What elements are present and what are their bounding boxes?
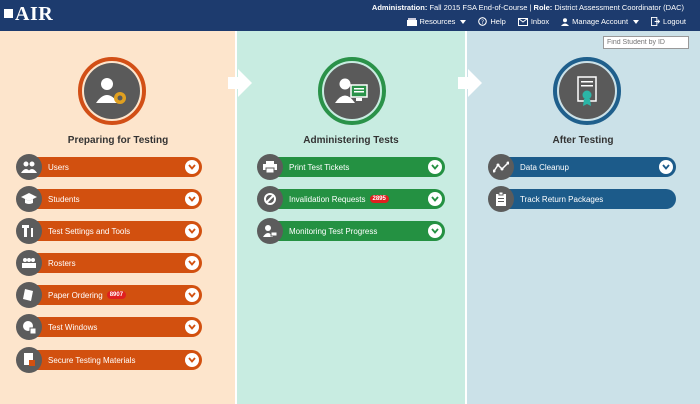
menu-item-users[interactable]: Users bbox=[16, 154, 202, 180]
logout-link[interactable]: Logout bbox=[651, 17, 686, 26]
chevron-down-icon[interactable] bbox=[659, 160, 673, 174]
menu-item-rosters[interactable]: Rosters bbox=[16, 250, 202, 276]
menu-item-test-windows[interactable]: Test Windows bbox=[16, 314, 202, 340]
resources-menu[interactable]: Resources bbox=[406, 17, 467, 26]
flow-arrow-icon bbox=[468, 69, 482, 97]
administering-circle bbox=[318, 57, 386, 125]
user-icon bbox=[561, 17, 570, 26]
top-header: AIR Administration: Fall 2015 FSA End-of… bbox=[0, 0, 700, 31]
chevron-down-icon[interactable] bbox=[185, 224, 199, 238]
chevron-down-icon[interactable] bbox=[428, 224, 442, 238]
inbox-icon bbox=[517, 17, 528, 26]
inbox-link[interactable]: Inbox bbox=[517, 17, 549, 26]
flow-arrow-icon bbox=[238, 69, 252, 97]
flow-arrow-body bbox=[228, 77, 238, 89]
users-icon bbox=[16, 154, 42, 180]
chart-line-icon bbox=[488, 154, 514, 180]
chevron-down-icon[interactable] bbox=[185, 256, 199, 270]
column-title-preparing: Preparing for Testing bbox=[67, 135, 169, 146]
chevron-down-icon[interactable] bbox=[428, 192, 442, 206]
chevron-down-icon[interactable] bbox=[428, 160, 442, 174]
menu-item-students[interactable]: Students bbox=[16, 186, 202, 212]
find-student-input[interactable] bbox=[603, 36, 689, 49]
group-icon bbox=[16, 250, 42, 276]
after-testing-circle bbox=[553, 57, 621, 125]
tools-icon bbox=[16, 218, 42, 244]
menu-item-invalidation-requests[interactable]: Invalidation Requests 2895 bbox=[257, 186, 445, 212]
count-badge: 2895 bbox=[369, 195, 389, 203]
invalid-icon bbox=[257, 186, 283, 212]
administration-info: Administration: Fall 2015 FSA End-of-Cou… bbox=[371, 3, 684, 12]
menu-item-paper-ordering[interactable]: Paper Ordering 8907 bbox=[16, 282, 202, 308]
graduation-cap-icon bbox=[16, 186, 42, 212]
manage-account-menu[interactable]: Manage Account bbox=[561, 17, 640, 26]
preparing-circle bbox=[78, 57, 146, 125]
chevron-down-icon[interactable] bbox=[185, 192, 199, 206]
certificate-icon bbox=[577, 76, 597, 106]
chevron-down-icon[interactable] bbox=[185, 288, 199, 302]
help-icon: ? bbox=[478, 17, 488, 26]
monitor-icon bbox=[257, 218, 283, 244]
chevron-down-icon[interactable] bbox=[185, 320, 199, 334]
proctor-computer-icon bbox=[335, 78, 368, 103]
column-title-administering: Administering Tests bbox=[303, 135, 399, 146]
menu-item-data-cleanup[interactable]: Data Cleanup bbox=[488, 154, 676, 180]
menu-item-print-tickets[interactable]: Print Test Tickets bbox=[257, 154, 445, 180]
chevron-down-icon bbox=[633, 19, 640, 24]
user-settings-icon bbox=[96, 78, 126, 104]
paper-icon bbox=[16, 282, 42, 308]
menu-item-test-settings[interactable]: Test Settings and Tools bbox=[16, 218, 202, 244]
resources-icon bbox=[406, 17, 417, 26]
clipboard-icon bbox=[488, 186, 514, 212]
count-badge: 8907 bbox=[106, 291, 127, 299]
flow-arrow-body bbox=[458, 77, 468, 89]
secure-doc-icon bbox=[16, 347, 42, 373]
logout-icon bbox=[651, 17, 661, 26]
top-nav: Resources ? Help Inbox Manage Account Lo… bbox=[406, 17, 686, 26]
menu-item-track-packages[interactable]: Track Return Packages bbox=[488, 186, 676, 212]
help-link[interactable]: ? Help bbox=[478, 17, 506, 26]
column-title-after-testing: After Testing bbox=[552, 135, 614, 146]
chevron-down-icon[interactable] bbox=[185, 160, 199, 174]
chevron-down-icon[interactable] bbox=[185, 353, 199, 367]
menu-item-secure-materials[interactable]: Secure Testing Materials bbox=[16, 347, 202, 373]
calendar-icon bbox=[16, 314, 42, 340]
chevron-down-icon bbox=[460, 19, 467, 24]
svg-text:?: ? bbox=[481, 20, 484, 26]
air-logo[interactable]: AIR bbox=[4, 3, 53, 26]
logo-square-icon bbox=[4, 9, 13, 18]
printer-icon bbox=[257, 154, 283, 180]
menu-item-monitoring[interactable]: Monitoring Test Progress bbox=[257, 218, 445, 244]
